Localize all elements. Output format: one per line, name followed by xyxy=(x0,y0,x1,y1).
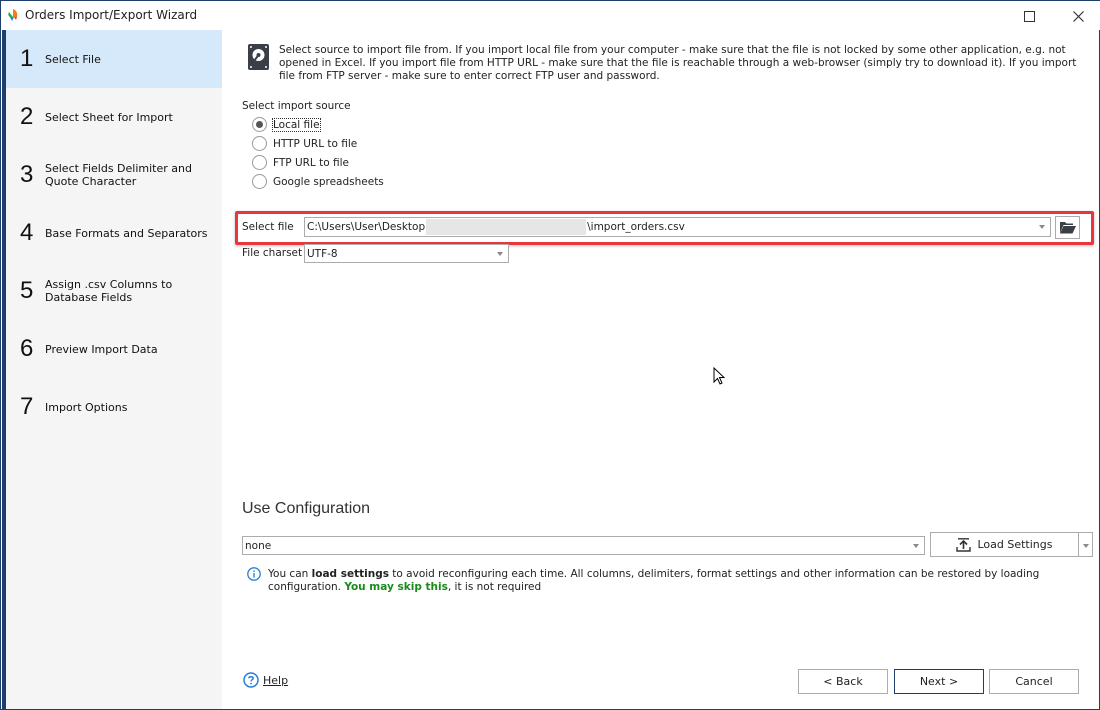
wizard-window: Orders Import/Export Wizard 1 Select Fil… xyxy=(0,0,1100,710)
help-icon xyxy=(243,672,259,688)
upload-icon xyxy=(956,537,972,552)
step-base-formats[interactable]: 4 Base Formats and Separators xyxy=(6,204,222,262)
wizard-steps-sidebar: 1 Select File 2 Select Sheet for Import … xyxy=(2,30,222,709)
step-number: 6 xyxy=(20,335,34,362)
window-title: Orders Import/Export Wizard xyxy=(25,8,198,22)
step-content: Select source to import file from. If yo… xyxy=(222,30,1100,709)
help-link[interactable]: Help xyxy=(243,672,288,688)
charset-value: UTF-8 xyxy=(307,247,338,260)
select-file-combobox[interactable]: C:\Users\User\Desktop \import_orders.csv xyxy=(304,217,1051,237)
file-charset-label: File charset xyxy=(242,247,303,259)
mouse-cursor-icon xyxy=(713,367,726,385)
next-button[interactable]: Next > xyxy=(894,669,984,694)
maximize-button[interactable] xyxy=(1014,5,1044,27)
load-settings-dropdown-button[interactable] xyxy=(1079,532,1093,557)
step-label: Select Fields Delimiter and Quote Charac… xyxy=(45,162,192,188)
radio-label: FTP URL to file xyxy=(273,156,349,169)
cancel-button[interactable]: Cancel xyxy=(989,669,1079,694)
step-label: Select Sheet for Import xyxy=(45,110,173,124)
radio-label: Local file xyxy=(272,117,321,132)
chevron-down-icon[interactable] xyxy=(497,252,503,256)
radio-button[interactable] xyxy=(252,136,267,151)
load-settings-button[interactable]: Load Settings xyxy=(930,532,1079,557)
info-text-part: You can xyxy=(268,568,312,580)
radio-selected-dot xyxy=(256,121,263,128)
cancel-label: Cancel xyxy=(1015,675,1053,688)
file-path-suffix: \import_orders.csv xyxy=(587,221,685,233)
step-number: 5 xyxy=(20,277,34,304)
configuration-info-text: You can load settings to avoid reconfigu… xyxy=(268,568,1058,594)
step-preview[interactable]: 6 Preview Import Data xyxy=(6,320,222,378)
radio-google-spreadsheets[interactable]: Google spreadsheets xyxy=(252,174,384,189)
help-label: Help xyxy=(263,673,289,687)
radio-label: Google spreadsheets xyxy=(273,175,384,188)
step-description: Select source to import file from. If yo… xyxy=(279,44,1077,82)
radio-ftp-url[interactable]: FTP URL to file xyxy=(252,155,349,170)
close-icon xyxy=(1072,10,1084,22)
radio-button[interactable] xyxy=(252,155,267,170)
radio-local-file[interactable]: Local file xyxy=(252,117,321,132)
configuration-value: none xyxy=(245,539,272,552)
import-source-label: Select import source xyxy=(242,100,351,112)
chevron-down-icon xyxy=(1083,544,1089,548)
step-label: Base Formats and Separators xyxy=(45,226,208,240)
step-number: 1 xyxy=(20,45,34,72)
step-label: Preview Import Data xyxy=(45,342,158,356)
configuration-dropdown[interactable]: none xyxy=(242,536,925,555)
radio-button[interactable] xyxy=(252,174,267,189)
chevron-down-icon[interactable] xyxy=(1039,225,1045,229)
step-number: 4 xyxy=(20,219,34,246)
info-text-bold: load settings xyxy=(311,568,389,580)
close-button[interactable] xyxy=(1063,5,1093,27)
chevron-down-icon[interactable] xyxy=(913,544,919,548)
browse-file-button[interactable] xyxy=(1055,216,1080,239)
next-label: Next > xyxy=(919,675,959,688)
info-icon xyxy=(247,567,261,581)
select-file-label: Select file xyxy=(242,221,294,233)
load-settings-label: Load Settings xyxy=(977,538,1053,551)
radio-button[interactable] xyxy=(252,117,267,132)
step-label: Select File xyxy=(45,52,101,66)
file-path-prefix: C:\Users\User\Desktop xyxy=(307,221,426,233)
maximize-icon xyxy=(1023,10,1035,22)
step-label: Assign .csv Columns to Database Fields xyxy=(45,278,173,304)
hard-drive-icon xyxy=(248,44,269,70)
back-button[interactable]: < Back xyxy=(798,669,888,694)
radio-label: HTTP URL to file xyxy=(273,137,358,150)
back-label: < Back xyxy=(823,675,863,688)
step-label: Import Options xyxy=(45,400,128,414)
folder-open-icon xyxy=(1059,222,1076,234)
step-select-sheet[interactable]: 2 Select Sheet for Import xyxy=(6,88,222,146)
step-import-options[interactable]: 7 Import Options xyxy=(6,378,222,436)
step-select-file[interactable]: 1 Select File xyxy=(6,30,222,88)
info-text-skip: You may skip this xyxy=(344,581,448,593)
step-number: 7 xyxy=(20,393,34,420)
use-configuration-heading: Use Configuration xyxy=(242,500,371,517)
radio-http-url[interactable]: HTTP URL to file xyxy=(252,136,357,151)
step-number: 3 xyxy=(20,161,34,188)
title-bar: Orders Import/Export Wizard xyxy=(1,0,1100,30)
step-assign-columns[interactable]: 5 Assign .csv Columns to Database Fields xyxy=(6,262,222,320)
app-logo-icon xyxy=(8,9,18,21)
info-text-part: , it is not required xyxy=(447,581,542,593)
redacted-path-segment xyxy=(426,219,587,235)
step-number: 2 xyxy=(20,103,34,130)
file-charset-dropdown[interactable]: UTF-8 xyxy=(304,244,509,263)
step-delimiter[interactable]: 3 Select Fields Delimiter and Quote Char… xyxy=(6,146,222,204)
